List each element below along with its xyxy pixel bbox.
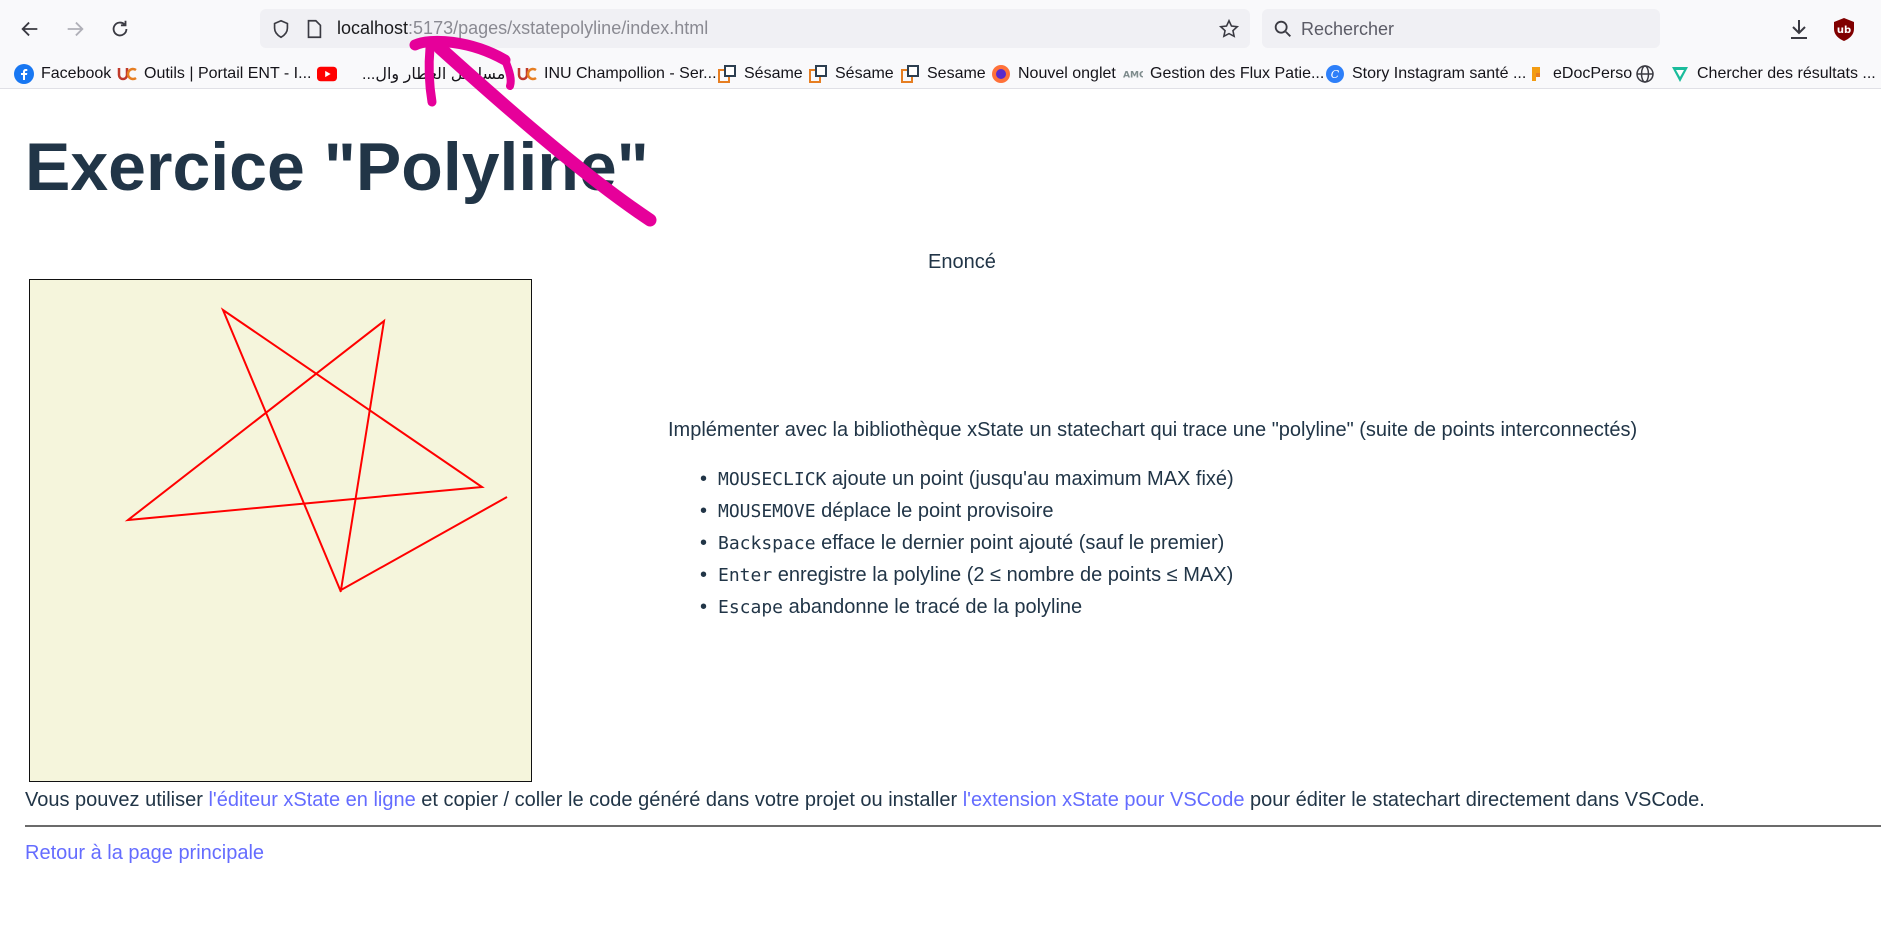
footer-prefix: Vous pouvez utiliser xyxy=(25,789,209,811)
uc-logo-icon xyxy=(517,64,537,84)
rule-key: Escape xyxy=(718,597,784,618)
back-button[interactable] xyxy=(15,14,45,44)
star-polyline xyxy=(124,307,508,593)
shield-icon[interactable] xyxy=(270,18,292,40)
star-icon[interactable] xyxy=(1218,18,1240,40)
svg-text:AMC: AMC xyxy=(1123,71,1143,80)
page-icon[interactable] xyxy=(304,18,324,40)
facebook-icon xyxy=(14,64,34,84)
bookmark-label: eDocPerso xyxy=(1553,65,1633,82)
rule-text: abandonne le tracé de la polyline xyxy=(783,596,1083,618)
rule-item: MOUSECLICK ajoute un point (jusqu'au max… xyxy=(700,468,1234,500)
rule-key: Enter xyxy=(718,565,773,586)
url-text[interactable]: localhost:5173/pages/xstatepolyline/inde… xyxy=(337,18,708,39)
arrow-left-icon xyxy=(21,21,38,37)
url-host: localhost xyxy=(337,18,409,38)
bookmark-label: Sésame xyxy=(835,65,894,82)
bookmark-youtube[interactable] xyxy=(317,62,344,86)
instructions-text: Implémenter avec la bibliothèque xState … xyxy=(668,419,1638,441)
rule-item: Enter enregistre la polyline (2 ≤ nombre… xyxy=(700,564,1234,596)
footer-middle: et copier / coller le code généré dans v… xyxy=(415,789,963,811)
footer-text: Vous pouvez utiliser l'éditeur xState en… xyxy=(25,789,1705,812)
xstate-vscode-extension-link[interactable]: l'extension xState pour VSCode xyxy=(963,789,1245,811)
svg-text:ub: ub xyxy=(1837,25,1851,36)
footer-suffix: pour éditer le statechart directement da… xyxy=(1244,789,1705,811)
search-icon xyxy=(1274,20,1291,37)
bookmark-portail-ent[interactable]: Outils | Portail ENT - I... xyxy=(117,62,311,86)
page-title: Exercice "Polyline" xyxy=(25,129,649,205)
rule-key: Backspace xyxy=(718,533,816,554)
browser-toolbar: localhost:5173/pages/xstatepolyline/inde… xyxy=(0,0,1881,57)
reload-button[interactable] xyxy=(105,14,135,44)
rule-text: efface le dernier point ajouté (sauf le … xyxy=(815,532,1225,554)
bookmark-arabic-series[interactable]: ...مسلسل العطار وال xyxy=(362,62,505,86)
globe-icon xyxy=(1635,64,1655,84)
ublock-icon[interactable]: ub xyxy=(1829,14,1859,44)
bookmark-label: Sesame xyxy=(927,65,986,82)
reload-icon xyxy=(112,20,128,37)
sesame-icon xyxy=(808,64,828,84)
bookmark-inu-champollion[interactable]: INU Champollion - Ser... xyxy=(517,62,717,86)
search-bar[interactable]: Rechercher xyxy=(1262,9,1660,48)
url-path: :5173/pages/xstatepolyline/index.html xyxy=(408,18,709,38)
bookmark-gestion-flux[interactable]: AMC Gestion des Flux Patie... xyxy=(1123,62,1324,86)
amc-icon: AMC xyxy=(1123,64,1143,84)
enonce-label: Enoncé xyxy=(928,251,996,273)
bookmark-globe[interactable] xyxy=(1635,62,1662,86)
arrow-right-icon xyxy=(67,21,84,37)
bookmark-sesame-1[interactable]: Sésame xyxy=(717,62,803,86)
rules-list: MOUSECLICK ajoute un point (jusqu'au max… xyxy=(700,468,1234,628)
bookmark-label: Nouvel onglet xyxy=(1018,65,1116,82)
svg-text:C: C xyxy=(1331,68,1340,81)
rule-text: enregistre la polyline (2 ≤ nombre de po… xyxy=(772,564,1234,586)
bookmark-label: Facebook xyxy=(41,65,112,82)
polyline-canvas[interactable] xyxy=(29,279,532,782)
edocperso-icon xyxy=(1526,64,1546,84)
sesame-icon xyxy=(900,64,920,84)
rule-key: MOUSECLICK xyxy=(718,469,827,490)
rule-item: MOUSEMOVE déplace le point provisoire xyxy=(700,500,1234,532)
bookmark-label: Story Instagram santé ... xyxy=(1352,65,1527,82)
bookmark-facebook[interactable]: Facebook xyxy=(14,62,111,86)
uc-logo-icon xyxy=(117,64,137,84)
rule-item: Escape abandonne le tracé de la polyline xyxy=(700,596,1234,628)
rule-item: Backspace efface le dernier point ajouté… xyxy=(700,532,1234,564)
bookmarks-bar: Facebook Outils | Portail ENT - I... ...… xyxy=(0,57,1881,89)
bookmark-label: INU Champollion - Ser... xyxy=(544,65,717,82)
checkmark-logo-icon xyxy=(1670,64,1690,84)
rule-text: déplace le point provisoire xyxy=(815,500,1054,522)
firefox-icon xyxy=(991,64,1011,84)
divider xyxy=(25,825,1881,827)
bookmark-edocperso[interactable]: eDocPerso xyxy=(1526,62,1632,86)
xstate-editor-link[interactable]: l'éditeur xState en ligne xyxy=(208,789,415,811)
youtube-icon xyxy=(317,64,337,84)
bookmark-chercher-resultats[interactable]: Chercher des résultats ... xyxy=(1670,62,1876,86)
bookmark-label: Gestion des Flux Patie... xyxy=(1150,65,1325,82)
sesame-icon xyxy=(717,64,737,84)
forward-button[interactable] xyxy=(60,14,90,44)
bookmark-sesame-3[interactable]: Sesame xyxy=(900,62,986,86)
bookmark-label: Outils | Portail ENT - I... xyxy=(144,65,312,82)
bookmark-label: Sésame xyxy=(744,65,803,82)
address-bar[interactable]: localhost:5173/pages/xstatepolyline/inde… xyxy=(260,9,1250,48)
bookmark-sesame-2[interactable]: Sésame xyxy=(808,62,894,86)
back-to-main-link[interactable]: Retour à la page principale xyxy=(25,842,264,865)
bookmark-label: ...مسلسل العطار وال xyxy=(362,66,506,83)
rule-text: ajoute un point (jusqu'au maximum MAX fi… xyxy=(826,468,1234,490)
bookmark-story-instagram[interactable]: C Story Instagram santé ... xyxy=(1325,62,1526,86)
search-placeholder: Rechercher xyxy=(1301,19,1395,39)
bookmark-nouvel-onglet[interactable]: Nouvel onglet xyxy=(991,62,1116,86)
bookmark-label: Chercher des résultats ... xyxy=(1697,65,1876,82)
polyline-drawing xyxy=(124,307,508,593)
download-icon[interactable] xyxy=(1784,14,1814,44)
canva-icon: C xyxy=(1325,64,1345,84)
rule-key: MOUSEMOVE xyxy=(718,501,816,522)
